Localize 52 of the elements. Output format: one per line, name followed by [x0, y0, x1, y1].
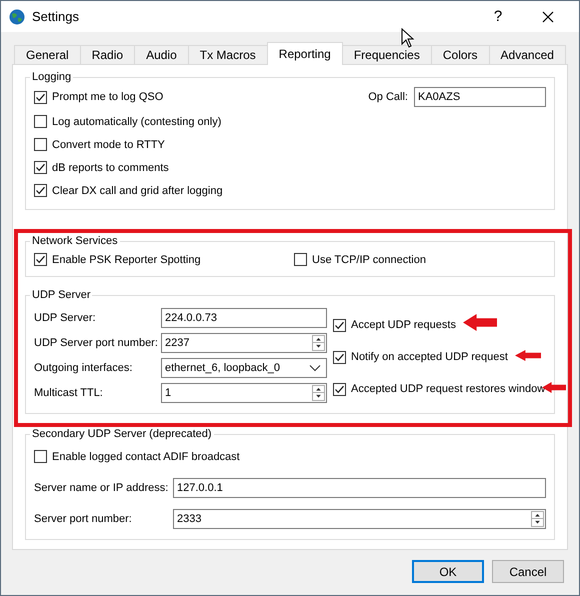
checkbox[interactable]: Accept UDP requests: [333, 316, 546, 334]
field-label: Outgoing interfaces:: [34, 362, 134, 374]
checkbox[interactable]: Use TCP/IP connection: [294, 251, 426, 268]
checkmark-icon: [35, 92, 46, 102]
checkmark-icon: [334, 352, 345, 362]
checkmark-icon: [35, 162, 46, 173]
help-button[interactable]: ?: [478, 2, 518, 32]
group-title: Logging: [31, 71, 72, 83]
dialog-button[interactable]: OK: [412, 560, 484, 583]
group-title: Network Services: [31, 235, 119, 247]
field-label: Server port number:: [34, 512, 133, 524]
spin-box[interactable]: 2333: [173, 508, 546, 528]
tab[interactable]: Reporting: [266, 42, 343, 65]
checkmark-icon: [35, 254, 46, 265]
field-label: UDP Server port number:: [34, 336, 159, 348]
chevron-icon: [309, 364, 321, 372]
checkbox[interactable]: Accepted UDP request restores window: [333, 380, 546, 398]
input-field[interactable]: 127.0.0.1: [173, 478, 546, 498]
checkmark-icon: [35, 185, 46, 196]
arrow-icon: [515, 350, 541, 361]
field-label: Server name or IP address:: [34, 482, 170, 494]
checkbox[interactable]: dB reports to comments: [34, 159, 546, 176]
checkbox[interactable]: Clear DX call and grid after logging: [34, 182, 546, 199]
spin-box[interactable]: 1: [161, 382, 327, 402]
checkmark-icon: [334, 320, 345, 330]
spin-box[interactable]: 2237: [161, 332, 327, 352]
group-title: Secondary UDP Server (deprecated): [31, 428, 213, 440]
close-icon: [542, 10, 554, 22]
checkbox[interactable]: Convert mode to RTTY: [34, 136, 546, 153]
spin-buttons[interactable]: [531, 510, 544, 526]
window-title: Settings: [32, 9, 80, 24]
globe-icon: [9, 8, 25, 24]
dialog-button[interactable]: Cancel: [492, 560, 564, 583]
checkbox[interactable]: Prompt me to log QSO: [34, 88, 164, 106]
arrow-icon: [463, 314, 497, 331]
checkbox[interactable]: Enable logged contact ADIF broadcast: [34, 448, 546, 465]
field-label: UDP Server:: [34, 312, 97, 324]
tab[interactable]: General: [14, 45, 81, 64]
checkbox[interactable]: Notify on accepted UDP request: [333, 348, 546, 366]
input-field[interactable]: KA0AZS: [414, 87, 546, 107]
dropdown[interactable]: ethernet_6, loopback_0: [161, 358, 327, 378]
spin-buttons[interactable]: [312, 384, 325, 400]
tab[interactable]: Advanced: [488, 45, 566, 64]
tab[interactable]: Frequencies: [342, 45, 432, 64]
field-label: Op Call:: [368, 91, 408, 103]
group-title: UDP Server: [31, 289, 92, 301]
input-field[interactable]: 224.0.0.73: [161, 308, 327, 328]
field-label: Multicast TTL:: [34, 386, 104, 398]
spin-buttons[interactable]: [312, 334, 325, 350]
checkbox[interactable]: Enable PSK Reporter Spotting: [34, 251, 294, 268]
checkmark-icon: [334, 384, 345, 394]
checkbox[interactable]: Log automatically (contesting only): [34, 113, 546, 130]
